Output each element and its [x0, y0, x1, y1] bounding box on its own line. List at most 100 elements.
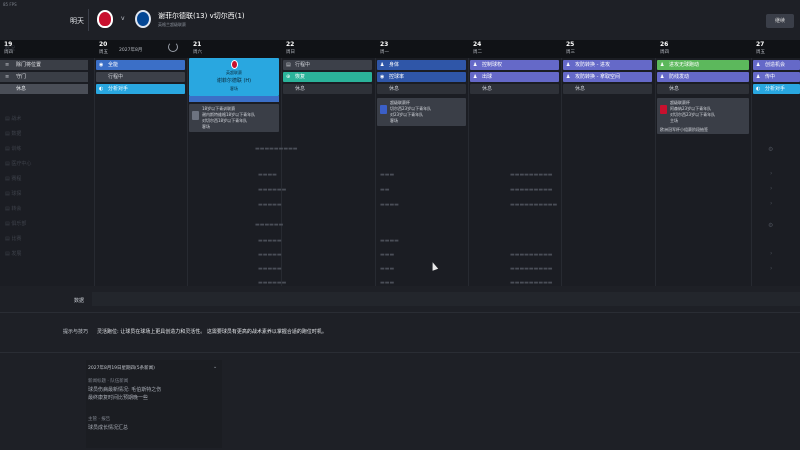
reserve-fixture-card[interactable]: 18岁以下青训联赛 谢内斯特维格18岁以下青年队 对切尔西18岁以下青年队 客场 — [189, 104, 279, 132]
session-label: 休息 — [16, 86, 27, 92]
day-header[interactable]: 21 周六 — [190, 41, 270, 57]
session-slot[interactable]: ♟ 身体 — [377, 60, 466, 70]
match-card-footer — [189, 96, 279, 102]
background-text: ▬▬▬▬▬▬▬▬▬ — [510, 187, 553, 193]
session-slot[interactable]: ♟ 出球 — [470, 72, 559, 82]
runner-icon: ♟ — [756, 74, 761, 80]
session-slot[interactable]: ≡ 除门将位置 — [0, 60, 88, 70]
news-panel — [86, 360, 222, 448]
faint-nav-item: ▤ 医疗中心 — [5, 161, 32, 167]
session-slot[interactable]: ◉ 控球率 — [377, 72, 466, 82]
match-competition: 英超联赛 — [226, 70, 242, 75]
session-slot[interactable]: ♟ 传中 — [753, 72, 800, 82]
day-number: 20 — [99, 41, 108, 48]
match-teams: 谢菲尔德联 (H) — [216, 78, 252, 84]
background-text: ▬▬▬▬▬▬▬▬▬ — [510, 252, 553, 258]
reserve-fixture-card[interactable]: 超级联赛杯 切尔西23岁以下青年队 对23岁以下青年队 客场 — [377, 98, 466, 126]
session-slot[interactable]: 休息 — [0, 84, 88, 94]
chevron-right-icon: › — [770, 250, 773, 257]
news-header[interactable]: 2027年8月19日星期四(5条新闻) — [88, 365, 155, 371]
day-number: 26 — [660, 41, 669, 48]
team-crest-icon — [660, 105, 667, 114]
match-venue: 客场 — [230, 86, 238, 91]
day-header[interactable]: 23 周一 — [377, 41, 457, 57]
day-header[interactable]: 24 周二 — [470, 41, 550, 57]
day-weekday: 周四 — [660, 50, 669, 55]
session-slot[interactable]: 休息 — [283, 84, 372, 94]
team-crest-icon — [192, 111, 199, 120]
column-divider — [375, 58, 376, 286]
day-number: 22 — [286, 41, 295, 48]
match-card[interactable]: 英超联赛 谢菲尔德联 (H) 客场 — [189, 58, 279, 96]
background-text: ▬▬▬▬▬▬ — [255, 222, 284, 228]
next-match-title[interactable]: 谢菲尔德联(13) v切尔西(1) — [158, 11, 245, 21]
runner-icon: ♟ — [473, 74, 478, 80]
day-header[interactable]: 20 周五 2027年8月 — [96, 41, 176, 57]
column-divider — [187, 58, 188, 286]
session-slot[interactable]: ♟ 攻防转换 - 拿取空间 — [563, 72, 652, 82]
session-slot[interactable]: ♟ 防线发动 — [657, 72, 749, 82]
session-slot[interactable]: ♟ 控制球权 — [470, 60, 559, 70]
eye-icon: ◐ — [756, 86, 761, 92]
reserve-fixture-card[interactable]: 超级联赛杯 阿森纳23岁以下青年队 对切尔西23岁以下青年队 主场 欧洲冠军杯小… — [657, 98, 749, 134]
session-label: 出球 — [482, 74, 493, 80]
session-label: 创造机会 — [765, 62, 786, 68]
session-slot[interactable]: 行程中 — [96, 72, 185, 82]
background-text: ▬▬▬▬▬ — [258, 238, 282, 244]
runner-icon: ♟ — [380, 62, 385, 68]
opponent-crest-icon — [231, 60, 238, 69]
session-slot[interactable]: ≡ 守门 — [0, 72, 88, 82]
background-text: ▬▬▬ — [380, 252, 395, 258]
tips-text: 灵活跑位: 让球员在球场上更具创造力和灵活性。 这需要球员有更高的战术素养以掌握… — [97, 329, 327, 335]
divider — [0, 312, 800, 313]
news-body[interactable]: 最终康复时间比预期晚一些 — [88, 394, 148, 401]
team-crest-icon — [380, 105, 387, 114]
session-slot[interactable]: 休息 — [563, 84, 652, 94]
fixture-line: 客场 — [202, 124, 210, 129]
session-slot[interactable]: ♟ 进攻无球跑动 — [657, 60, 749, 70]
background-text: ▬▬ — [380, 187, 390, 193]
session-label: 守门 — [16, 74, 27, 80]
day-weekday: 周五 — [99, 50, 108, 55]
session-slot[interactable]: ▤ 行程中 — [283, 60, 372, 70]
day-header[interactable]: 22 周日 — [283, 41, 363, 57]
runner-icon: ♟ — [473, 62, 478, 68]
faint-nav-item: ▤ 发展 — [5, 251, 22, 257]
away-team-crest-icon — [135, 10, 151, 28]
session-slot[interactable]: ◉ 全能 — [96, 60, 185, 70]
day-header[interactable]: 26 周四 — [657, 41, 737, 57]
continue-button[interactable]: 继续 — [766, 14, 794, 28]
day-header[interactable]: 27 周五 — [753, 41, 800, 57]
session-slot[interactable]: ◐ 分析对手 — [96, 84, 185, 94]
news-body[interactable]: 球员成长情况汇总 — [88, 424, 128, 431]
session-slot[interactable]: 休息 — [470, 84, 559, 94]
chevron-right-icon: › — [770, 185, 773, 192]
chevron-down-icon[interactable]: ⌄ — [213, 364, 217, 370]
day-header[interactable]: 25 周三 — [563, 41, 643, 57]
session-slot[interactable]: 休息 — [657, 84, 749, 94]
session-label: 行程中 — [108, 74, 124, 80]
session-label: 传中 — [765, 74, 776, 80]
background-text: ▬▬▬▬▬ — [258, 202, 282, 208]
month-label: 2027年8月 — [119, 48, 143, 53]
session-label: 行程中 — [295, 62, 311, 68]
session-slot[interactable]: ♟ 攻防转换 - 进攻 — [563, 60, 652, 70]
column-divider — [561, 58, 562, 286]
session-slot[interactable]: ◐ 分析对手 — [753, 84, 800, 94]
session-slot[interactable]: 休息 — [377, 84, 466, 94]
session-slot[interactable]: ⊕ 恢复 — [283, 72, 372, 82]
background-text: ▬▬▬▬ — [380, 238, 399, 244]
next-match-day-label: 明天 — [70, 17, 84, 25]
session-label: 休息 — [295, 86, 306, 92]
session-slot[interactable]: ♟ 创造机会 — [753, 60, 800, 70]
background-text: ▬▬▬▬▬▬▬▬▬ — [255, 146, 298, 152]
runner-icon: ♟ — [756, 62, 761, 68]
runner-icon: ♟ — [660, 74, 665, 80]
home-team-crest-icon — [97, 10, 113, 28]
ball-icon: ◉ — [99, 62, 104, 68]
background-text: ▬▬▬▬▬▬ — [258, 187, 287, 193]
day-number: 23 — [380, 41, 389, 48]
top-bar — [0, 0, 800, 40]
news-body[interactable]: 球员伤病最新情况: 毛伯斯特之伤 — [88, 386, 161, 393]
faint-nav-item: ▤ 训练 — [5, 146, 22, 152]
